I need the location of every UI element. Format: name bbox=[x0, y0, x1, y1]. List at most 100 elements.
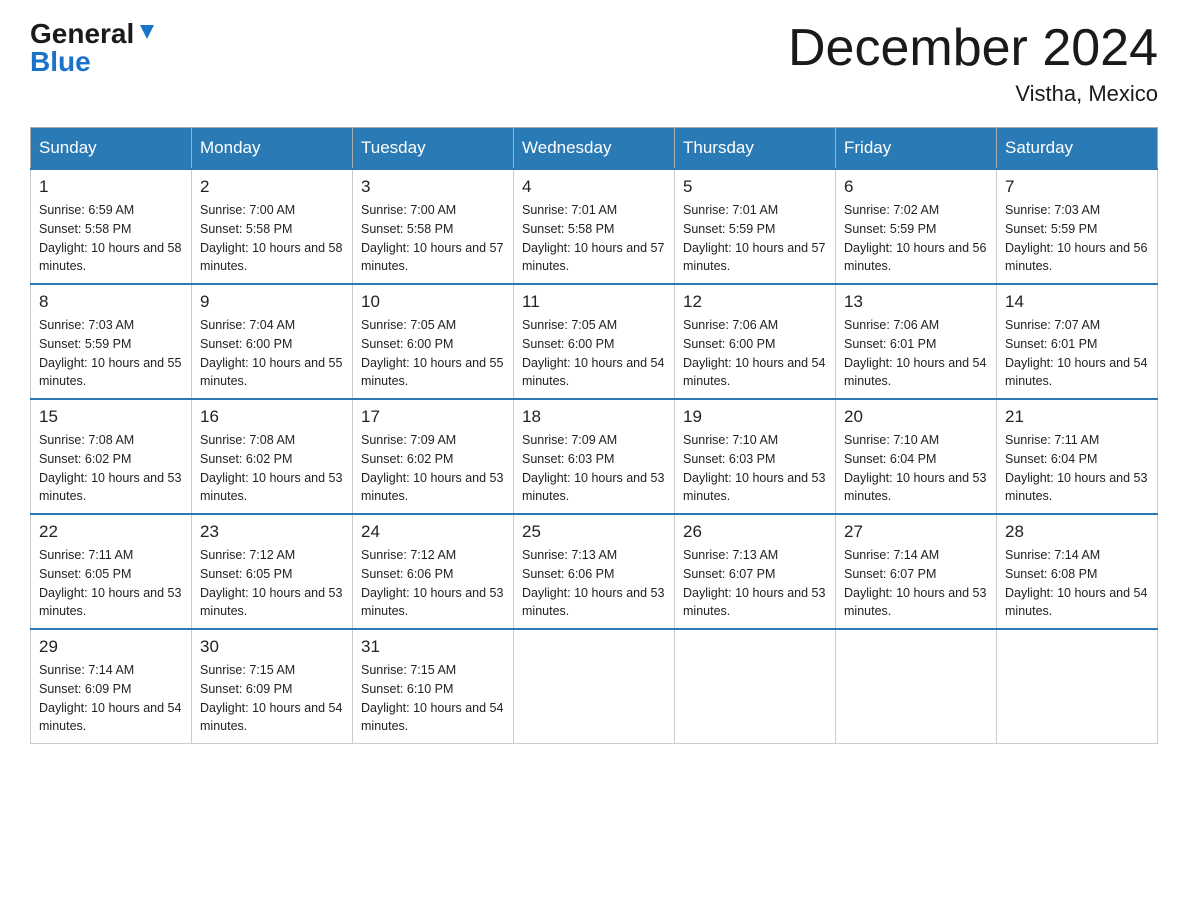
table-row: 12 Sunrise: 7:06 AMSunset: 6:00 PMDaylig… bbox=[675, 284, 836, 399]
day-info: Sunrise: 7:06 AMSunset: 6:01 PMDaylight:… bbox=[844, 318, 986, 388]
day-info: Sunrise: 7:08 AMSunset: 6:02 PMDaylight:… bbox=[39, 433, 181, 503]
table-row: 7 Sunrise: 7:03 AMSunset: 5:59 PMDayligh… bbox=[997, 169, 1158, 284]
day-number: 19 bbox=[683, 407, 827, 427]
table-row: 1 Sunrise: 6:59 AMSunset: 5:58 PMDayligh… bbox=[31, 169, 192, 284]
day-info: Sunrise: 7:12 AMSunset: 6:05 PMDaylight:… bbox=[200, 548, 342, 618]
day-info: Sunrise: 7:06 AMSunset: 6:00 PMDaylight:… bbox=[683, 318, 825, 388]
table-row: 23 Sunrise: 7:12 AMSunset: 6:05 PMDaylig… bbox=[192, 514, 353, 629]
table-row: 17 Sunrise: 7:09 AMSunset: 6:02 PMDaylig… bbox=[353, 399, 514, 514]
logo: General Blue bbox=[30, 20, 158, 76]
table-row bbox=[514, 629, 675, 744]
day-info: Sunrise: 7:00 AMSunset: 5:58 PMDaylight:… bbox=[361, 203, 503, 273]
day-number: 5 bbox=[683, 177, 827, 197]
calendar-week-5: 29 Sunrise: 7:14 AMSunset: 6:09 PMDaylig… bbox=[31, 629, 1158, 744]
day-info: Sunrise: 7:14 AMSunset: 6:07 PMDaylight:… bbox=[844, 548, 986, 618]
table-row: 30 Sunrise: 7:15 AMSunset: 6:09 PMDaylig… bbox=[192, 629, 353, 744]
table-row: 20 Sunrise: 7:10 AMSunset: 6:04 PMDaylig… bbox=[836, 399, 997, 514]
day-info: Sunrise: 7:05 AMSunset: 6:00 PMDaylight:… bbox=[361, 318, 503, 388]
table-row: 13 Sunrise: 7:06 AMSunset: 6:01 PMDaylig… bbox=[836, 284, 997, 399]
table-row bbox=[997, 629, 1158, 744]
table-row: 28 Sunrise: 7:14 AMSunset: 6:08 PMDaylig… bbox=[997, 514, 1158, 629]
day-number: 9 bbox=[200, 292, 344, 312]
table-row bbox=[836, 629, 997, 744]
table-row: 15 Sunrise: 7:08 AMSunset: 6:02 PMDaylig… bbox=[31, 399, 192, 514]
table-row: 19 Sunrise: 7:10 AMSunset: 6:03 PMDaylig… bbox=[675, 399, 836, 514]
col-monday: Monday bbox=[192, 128, 353, 170]
day-number: 13 bbox=[844, 292, 988, 312]
table-row: 29 Sunrise: 7:14 AMSunset: 6:09 PMDaylig… bbox=[31, 629, 192, 744]
location-subtitle: Vistha, Mexico bbox=[788, 81, 1158, 107]
col-thursday: Thursday bbox=[675, 128, 836, 170]
day-info: Sunrise: 7:05 AMSunset: 6:00 PMDaylight:… bbox=[522, 318, 664, 388]
col-tuesday: Tuesday bbox=[353, 128, 514, 170]
day-info: Sunrise: 7:08 AMSunset: 6:02 PMDaylight:… bbox=[200, 433, 342, 503]
table-row: 2 Sunrise: 7:00 AMSunset: 5:58 PMDayligh… bbox=[192, 169, 353, 284]
day-number: 12 bbox=[683, 292, 827, 312]
day-info: Sunrise: 7:01 AMSunset: 5:59 PMDaylight:… bbox=[683, 203, 825, 273]
table-row: 27 Sunrise: 7:14 AMSunset: 6:07 PMDaylig… bbox=[836, 514, 997, 629]
day-number: 7 bbox=[1005, 177, 1149, 197]
day-number: 30 bbox=[200, 637, 344, 657]
logo-blue: Blue bbox=[30, 48, 91, 76]
page-header: General Blue December 2024 Vistha, Mexic… bbox=[30, 20, 1158, 107]
day-number: 1 bbox=[39, 177, 183, 197]
day-info: Sunrise: 7:12 AMSunset: 6:06 PMDaylight:… bbox=[361, 548, 503, 618]
table-row: 4 Sunrise: 7:01 AMSunset: 5:58 PMDayligh… bbox=[514, 169, 675, 284]
table-row: 10 Sunrise: 7:05 AMSunset: 6:00 PMDaylig… bbox=[353, 284, 514, 399]
day-info: Sunrise: 7:02 AMSunset: 5:59 PMDaylight:… bbox=[844, 203, 986, 273]
table-row: 11 Sunrise: 7:05 AMSunset: 6:00 PMDaylig… bbox=[514, 284, 675, 399]
table-row: 6 Sunrise: 7:02 AMSunset: 5:59 PMDayligh… bbox=[836, 169, 997, 284]
day-info: Sunrise: 7:00 AMSunset: 5:58 PMDaylight:… bbox=[200, 203, 342, 273]
day-info: Sunrise: 7:03 AMSunset: 5:59 PMDaylight:… bbox=[1005, 203, 1147, 273]
logo-triangle-icon bbox=[136, 21, 158, 43]
day-number: 21 bbox=[1005, 407, 1149, 427]
table-row: 22 Sunrise: 7:11 AMSunset: 6:05 PMDaylig… bbox=[31, 514, 192, 629]
day-number: 10 bbox=[361, 292, 505, 312]
day-info: Sunrise: 7:09 AMSunset: 6:03 PMDaylight:… bbox=[522, 433, 664, 503]
day-info: Sunrise: 7:03 AMSunset: 5:59 PMDaylight:… bbox=[39, 318, 181, 388]
table-row: 8 Sunrise: 7:03 AMSunset: 5:59 PMDayligh… bbox=[31, 284, 192, 399]
table-row bbox=[675, 629, 836, 744]
day-number: 29 bbox=[39, 637, 183, 657]
day-info: Sunrise: 7:01 AMSunset: 5:58 PMDaylight:… bbox=[522, 203, 664, 273]
day-info: Sunrise: 7:04 AMSunset: 6:00 PMDaylight:… bbox=[200, 318, 342, 388]
day-number: 11 bbox=[522, 292, 666, 312]
table-row: 24 Sunrise: 7:12 AMSunset: 6:06 PMDaylig… bbox=[353, 514, 514, 629]
table-row: 25 Sunrise: 7:13 AMSunset: 6:06 PMDaylig… bbox=[514, 514, 675, 629]
day-info: Sunrise: 7:10 AMSunset: 6:04 PMDaylight:… bbox=[844, 433, 986, 503]
day-number: 23 bbox=[200, 522, 344, 542]
calendar-week-3: 15 Sunrise: 7:08 AMSunset: 6:02 PMDaylig… bbox=[31, 399, 1158, 514]
day-info: Sunrise: 7:14 AMSunset: 6:08 PMDaylight:… bbox=[1005, 548, 1147, 618]
day-info: Sunrise: 7:14 AMSunset: 6:09 PMDaylight:… bbox=[39, 663, 181, 733]
day-number: 26 bbox=[683, 522, 827, 542]
table-row: 5 Sunrise: 7:01 AMSunset: 5:59 PMDayligh… bbox=[675, 169, 836, 284]
day-number: 2 bbox=[200, 177, 344, 197]
day-number: 27 bbox=[844, 522, 988, 542]
day-number: 3 bbox=[361, 177, 505, 197]
day-info: Sunrise: 7:15 AMSunset: 6:10 PMDaylight:… bbox=[361, 663, 503, 733]
day-number: 6 bbox=[844, 177, 988, 197]
day-number: 17 bbox=[361, 407, 505, 427]
day-number: 8 bbox=[39, 292, 183, 312]
col-wednesday: Wednesday bbox=[514, 128, 675, 170]
day-number: 15 bbox=[39, 407, 183, 427]
day-info: Sunrise: 7:10 AMSunset: 6:03 PMDaylight:… bbox=[683, 433, 825, 503]
calendar-table: Sunday Monday Tuesday Wednesday Thursday… bbox=[30, 127, 1158, 744]
day-info: Sunrise: 7:13 AMSunset: 6:07 PMDaylight:… bbox=[683, 548, 825, 618]
table-row: 16 Sunrise: 7:08 AMSunset: 6:02 PMDaylig… bbox=[192, 399, 353, 514]
table-row: 14 Sunrise: 7:07 AMSunset: 6:01 PMDaylig… bbox=[997, 284, 1158, 399]
title-block: December 2024 Vistha, Mexico bbox=[788, 20, 1158, 107]
day-info: Sunrise: 7:15 AMSunset: 6:09 PMDaylight:… bbox=[200, 663, 342, 733]
table-row: 31 Sunrise: 7:15 AMSunset: 6:10 PMDaylig… bbox=[353, 629, 514, 744]
col-sunday: Sunday bbox=[31, 128, 192, 170]
table-row: 3 Sunrise: 7:00 AMSunset: 5:58 PMDayligh… bbox=[353, 169, 514, 284]
calendar-week-4: 22 Sunrise: 7:11 AMSunset: 6:05 PMDaylig… bbox=[31, 514, 1158, 629]
table-row: 21 Sunrise: 7:11 AMSunset: 6:04 PMDaylig… bbox=[997, 399, 1158, 514]
calendar-week-2: 8 Sunrise: 7:03 AMSunset: 5:59 PMDayligh… bbox=[31, 284, 1158, 399]
calendar-week-1: 1 Sunrise: 6:59 AMSunset: 5:58 PMDayligh… bbox=[31, 169, 1158, 284]
month-title: December 2024 bbox=[788, 20, 1158, 77]
day-number: 18 bbox=[522, 407, 666, 427]
day-number: 20 bbox=[844, 407, 988, 427]
day-info: Sunrise: 7:09 AMSunset: 6:02 PMDaylight:… bbox=[361, 433, 503, 503]
day-number: 24 bbox=[361, 522, 505, 542]
